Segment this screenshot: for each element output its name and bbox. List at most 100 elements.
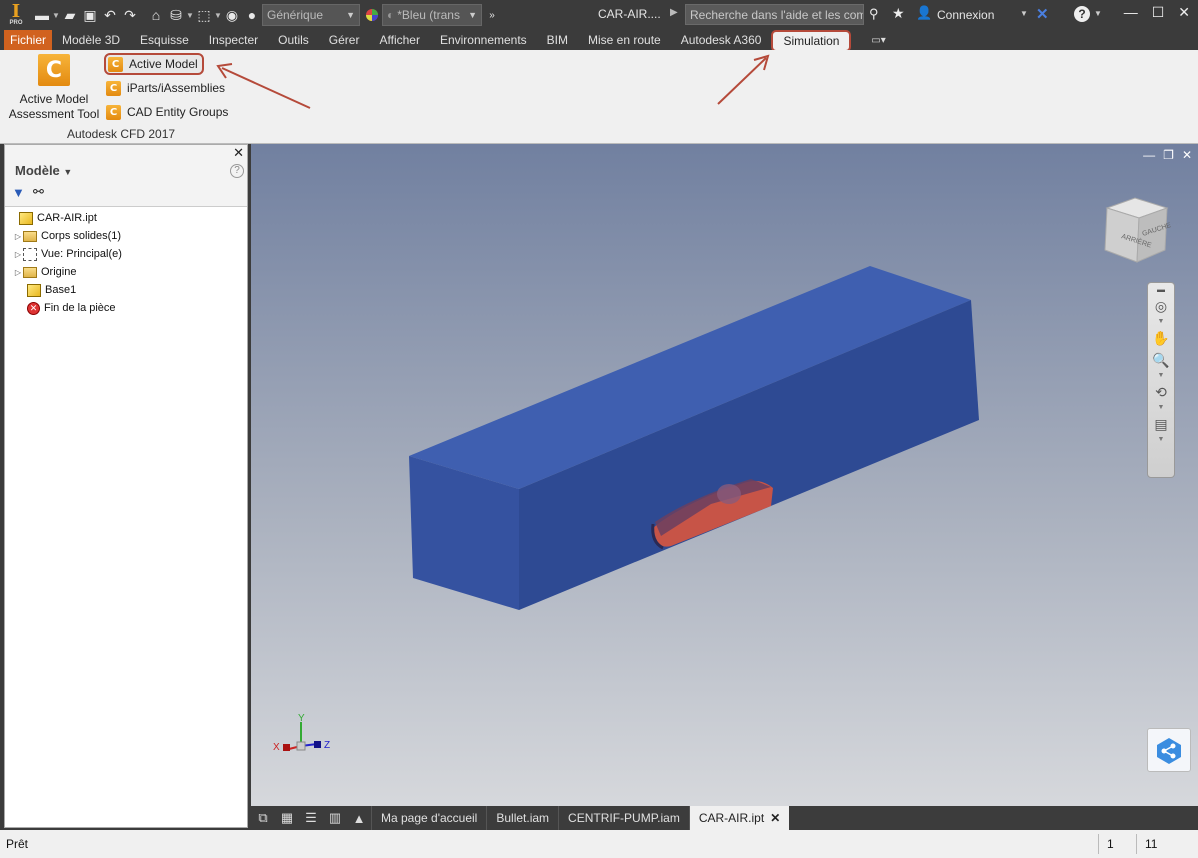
appearance-color-icon[interactable]	[362, 5, 382, 25]
part-icon	[19, 211, 33, 225]
save-icon[interactable]: ▣	[80, 5, 100, 25]
filter-icon[interactable]: ▼	[12, 185, 25, 200]
help-dropdown-icon[interactable]: ▼	[1094, 9, 1102, 18]
end-of-part-icon: ✕	[27, 301, 40, 315]
tab-fichier[interactable]: Fichier	[4, 30, 53, 50]
cad-entity-groups-button[interactable]: C CAD Entity Groups	[104, 102, 232, 122]
chevron-down-icon[interactable]: ▼	[1148, 371, 1174, 381]
tile-horizontal-icon[interactable]: ☰	[299, 806, 323, 830]
update-icon[interactable]: ⛁	[166, 5, 186, 25]
tab-outils[interactable]: Outils	[268, 30, 319, 50]
extrusion-icon	[27, 283, 41, 297]
cfd-c-icon: C	[106, 104, 121, 120]
material-combo[interactable]: Générique ▼	[262, 4, 360, 26]
tab-simulation[interactable]: Simulation	[771, 30, 852, 52]
active-model-assessment-tool-button[interactable]: C Active Model Assessment Tool	[6, 54, 102, 122]
tree-item-base1[interactable]: Base1	[5, 281, 76, 299]
ribbon-display-toggle-icon[interactable]: ▭▾	[867, 33, 889, 47]
tab-gerer[interactable]: Gérer	[319, 30, 370, 50]
close-icon[interactable]: ✕	[1178, 4, 1190, 21]
close-tab-icon[interactable]: ✕	[770, 811, 780, 825]
exchange-apps-icon[interactable]: ✕	[1036, 5, 1049, 23]
panel-title: Autodesk CFD 2017	[67, 127, 176, 141]
share-button[interactable]	[1147, 728, 1191, 772]
home-icon[interactable]: ⌂	[146, 5, 166, 25]
new-file-icon[interactable]: ▬	[32, 5, 52, 25]
app-logo[interactable]: I PRO	[0, 0, 32, 30]
doc-tab-home[interactable]: Ma page d'accueil	[371, 806, 486, 830]
viewcube[interactable]: ARRIÈRE GAUCHE	[1101, 194, 1171, 264]
tab-afficher[interactable]: Afficher	[369, 30, 429, 50]
orbit-icon[interactable]: ⟲	[1148, 381, 1174, 403]
status-bar: Prêt 1 11	[0, 830, 1198, 858]
chevron-down-icon[interactable]: ▼	[1148, 317, 1174, 327]
tree-item-end-of-part[interactable]: ✕ Fin de la pièce	[5, 299, 116, 317]
update-dropdown-icon[interactable]: ▼	[186, 11, 194, 20]
tab-environnements[interactable]: Environnements	[430, 30, 537, 50]
tree-item-view[interactable]: ▷ Vue: Principal(e)	[5, 245, 122, 263]
doc-tab-centrif-pump[interactable]: CENTRIF-PUMP.iam	[558, 806, 689, 830]
solid-bodies-folder-icon	[23, 230, 37, 242]
active-model-button[interactable]: C Active Model	[104, 53, 204, 75]
tab-inspecter[interactable]: Inspecter	[199, 30, 268, 50]
chevron-down-icon[interactable]: ▼	[1148, 403, 1174, 413]
cascade-windows-icon[interactable]: ⧉	[251, 806, 275, 830]
help-icon[interactable]: ?	[230, 164, 244, 178]
tab-mise-en-route[interactable]: Mise en route	[578, 30, 671, 50]
overflow-chevron-icon[interactable]: »	[482, 5, 502, 25]
cfd-c-icon: C	[108, 56, 123, 72]
material-icon[interactable]: ●	[242, 5, 262, 25]
model-scene	[409, 266, 979, 610]
favorites-star-icon[interactable]: ★	[892, 5, 905, 22]
open-folder-icon[interactable]: ▰	[60, 5, 80, 25]
tile-windows-icon[interactable]: ▦	[275, 806, 299, 830]
ribbon-tabs: Fichier Modèle 3D Esquisse Inspecter Out…	[0, 30, 1198, 52]
select-dropdown-icon[interactable]: ▼	[214, 11, 222, 20]
chevron-down-icon: ▼	[346, 10, 355, 20]
minimize-icon[interactable]: —	[1124, 4, 1138, 21]
tab-list-up-icon[interactable]: ▲	[347, 806, 371, 830]
status-text: Prêt	[6, 837, 29, 851]
expand-arrow-icon[interactable]: ▷	[13, 232, 23, 241]
expand-arrow-icon[interactable]: ▷	[13, 250, 23, 259]
chevron-down-icon[interactable]: ▼	[1148, 435, 1174, 445]
maximize-icon[interactable]: ☐	[1152, 4, 1165, 21]
tree-item-part[interactable]: CAR-AIR.ipt	[5, 209, 97, 227]
doc-tab-car-air[interactable]: CAR-AIR.ipt ✕	[688, 806, 790, 830]
tab-esquisse[interactable]: Esquisse	[130, 30, 199, 50]
search-expand-icon[interactable]: ▶	[670, 7, 678, 18]
measure-icon[interactable]: ◉	[222, 5, 242, 25]
doc-tab-bullet[interactable]: Bullet.iam	[486, 806, 558, 830]
sign-in-dropdown-icon[interactable]: ▼	[1020, 9, 1028, 18]
sign-in-link[interactable]: Connexion	[937, 8, 994, 22]
redo-icon[interactable]: ↷	[120, 5, 140, 25]
tree-item-solid-bodies[interactable]: ▷ Corps solides(1)	[5, 227, 121, 245]
chevron-down-icon: ▼	[63, 167, 73, 177]
tab-autodesk-a360[interactable]: Autodesk A360	[671, 30, 772, 50]
tile-vertical-icon[interactable]: ▥	[323, 806, 347, 830]
help-search-input[interactable]: Recherche dans l'aide et les com	[685, 4, 864, 25]
new-dropdown-icon[interactable]: ▼	[52, 11, 60, 20]
undo-icon[interactable]: ↶	[100, 5, 120, 25]
origin-folder-icon	[23, 266, 37, 278]
binoculars-icon[interactable]: ⚯	[33, 184, 44, 200]
tab-modele-3d[interactable]: Modèle 3D	[52, 30, 130, 50]
steering-wheel-icon[interactable]: ◎	[1148, 295, 1174, 317]
zoom-icon[interactable]: 🔍	[1148, 349, 1174, 371]
appearance-combo[interactable]: ◐ *Bleu (trans ▼	[382, 4, 482, 26]
help-icon[interactable]: ?	[1074, 6, 1090, 22]
pan-hand-icon[interactable]: ✋	[1148, 327, 1174, 349]
browser-title-dropdown[interactable]: Modèle ▼	[15, 163, 72, 178]
look-at-icon[interactable]: ▤	[1148, 413, 1174, 435]
graphics-viewport[interactable]: — ❐ ✕ ARRIÈRE GAUCHE ▬ ◎ ▼ ✋ 🔍 ▼ ⟲ ▼ ▤ ▼…	[251, 144, 1198, 806]
cfd-c-icon: C	[106, 80, 121, 96]
binoculars-icon[interactable]: ⚲	[869, 6, 879, 22]
triad-y-label: Y	[298, 713, 305, 724]
select-icon[interactable]: ⬚	[194, 5, 214, 25]
close-icon[interactable]: ✕	[233, 145, 244, 161]
iparts-iassemblies-button[interactable]: C iParts/iAssemblies	[104, 78, 229, 98]
tab-bim[interactable]: BIM	[537, 30, 578, 50]
tree-item-origin[interactable]: ▷ Origine	[5, 263, 77, 281]
expand-arrow-icon[interactable]: ▷	[13, 268, 23, 277]
navbar-grip-icon[interactable]: ▬	[1148, 283, 1174, 295]
